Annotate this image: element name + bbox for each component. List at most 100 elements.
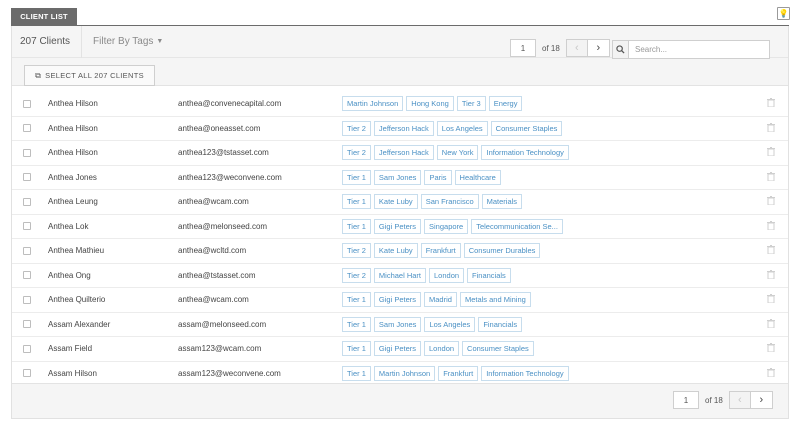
tag-chip[interactable]: Tier 3 — [456, 96, 486, 112]
client-email: anthea@wcam.com — [178, 295, 249, 305]
tag-chip[interactable]: London — [424, 341, 460, 357]
tag-chip[interactable]: Tier 2 — [342, 120, 371, 136]
tag-chip[interactable]: Information Technology — [481, 145, 569, 161]
client-name: Assam Hilson — [48, 368, 97, 378]
tag-chip[interactable]: Energy — [488, 96, 523, 112]
tag-chip[interactable]: Financials — [467, 267, 511, 283]
tag-chip[interactable]: Paris — [424, 169, 452, 185]
tag-chip[interactable]: Tier 1 — [342, 341, 371, 357]
tag-chip[interactable]: Frankfurt — [438, 365, 479, 381]
tag-chip[interactable]: Jefferson Hack — [373, 120, 434, 136]
row-checkbox[interactable] — [23, 295, 31, 304]
prev-page-button-bottom[interactable]: ‹ — [728, 391, 751, 409]
trash-icon[interactable] — [767, 122, 775, 134]
caret-down-icon: ▼ — [156, 38, 164, 45]
table-row[interactable]: Anthea Hilson anthea@convenecapital.com Ma… — [12, 92, 788, 117]
row-checkbox[interactable] — [23, 271, 31, 280]
trash-icon[interactable] — [767, 245, 775, 256]
table-row[interactable]: Anthea Hilson anthea123@tstasset.com Tier … — [12, 141, 788, 166]
table-row[interactable]: Anthea Jones anthea123@weconvene.com Tier … — [12, 166, 788, 190]
tag-chip[interactable]: Healthcare — [454, 169, 501, 185]
tag-chip[interactable]: Information Technology — [481, 365, 569, 381]
row-checkbox[interactable] — [23, 173, 31, 182]
client-tags: Tier 2 Jefferson Hack Los Angeles Consumer … — [342, 120, 565, 136]
row-checkbox[interactable] — [23, 148, 31, 157]
tag-chip[interactable]: Jefferson Hack — [373, 145, 434, 161]
tag-chip[interactable]: Consumer Durables — [463, 243, 541, 259]
table-row[interactable]: Anthea Hilson anthea@oneasset.com Tier 2 Je… — [12, 117, 788, 141]
trash-icon[interactable] — [767, 343, 775, 354]
trash-icon[interactable] — [767, 220, 775, 232]
table-row[interactable]: Anthea Ong anthea@tstasset.com Tier 2 Micha… — [12, 264, 788, 288]
row-checkbox[interactable] — [23, 320, 31, 329]
tag-chip[interactable]: Tier 2 — [342, 267, 371, 283]
tag-chip[interactable]: Hong Kong — [406, 96, 454, 112]
tag-chip[interactable]: Tier 2 — [342, 243, 371, 259]
trash-icon[interactable] — [767, 98, 775, 109]
tag-chip[interactable]: San Francisco — [420, 194, 479, 210]
trash-icon[interactable] — [767, 367, 775, 379]
table-row[interactable]: Anthea Leung anthea@wcam.com Tier 1 Kate Lu… — [12, 190, 788, 215]
select-all-button[interactable]: ⧉ SELECT ALL 207 CLIENTS — [24, 65, 155, 86]
next-page-button-bottom[interactable]: › — [750, 391, 773, 409]
trash-icon[interactable] — [767, 171, 775, 183]
page-number-input[interactable]: 1 — [510, 39, 536, 57]
tag-chip[interactable]: Martin Johnson — [373, 365, 436, 381]
tag-chip[interactable]: Los Angeles — [436, 120, 488, 136]
tag-chip[interactable]: Michael Hart — [373, 267, 427, 283]
tag-chip[interactable]: Materials — [481, 194, 523, 210]
lightbulb-icon[interactable]: 💡 — [777, 7, 790, 20]
table-row[interactable]: Assam Alexander assam@melonseed.com Tier 1… — [12, 313, 788, 337]
tab-client-list[interactable]: CLIENT LIST — [11, 8, 77, 25]
tag-chip[interactable]: Sam Jones — [373, 316, 422, 332]
row-checkbox[interactable] — [23, 197, 31, 206]
table-row[interactable]: Anthea Quilterio anthea@wcam.com Tier 1 Gig… — [12, 288, 788, 313]
tag-chip[interactable]: Tier 1 — [342, 292, 371, 308]
table-row[interactable]: Anthea Lok anthea@melonseed.com Tier 1 Gigi… — [12, 215, 788, 239]
row-checkbox[interactable] — [23, 344, 31, 353]
tag-chip[interactable]: London — [429, 267, 465, 283]
row-checkbox[interactable] — [23, 99, 31, 108]
table-row[interactable]: Anthea Mathieu anthea@wcltd.com Tier 2 Kate… — [12, 239, 788, 264]
row-checkbox[interactable] — [23, 124, 31, 133]
tag-chip[interactable]: Tier 1 — [342, 169, 371, 185]
tag-chip[interactable]: Gigi Peters — [373, 341, 422, 357]
tag-chip[interactable]: Tier 1 — [342, 365, 371, 381]
tag-chip[interactable]: Gigi Peters — [373, 218, 422, 234]
tag-chip[interactable]: New York — [436, 145, 479, 161]
table-row[interactable]: Assam Field assam123@wcam.com Tier 1 Gigi P… — [12, 337, 788, 362]
prev-page-button[interactable]: ‹ — [565, 39, 588, 57]
trash-icon[interactable] — [767, 196, 775, 207]
trash-icon[interactable] — [767, 294, 775, 305]
tag-chip[interactable]: Tier 1 — [342, 194, 371, 210]
row-checkbox[interactable] — [23, 246, 31, 255]
tag-chip[interactable]: Telecommunication Se... — [471, 218, 563, 234]
tag-chip[interactable]: Martin Johnson — [342, 96, 404, 112]
tag-chip[interactable]: Gigi Peters — [373, 292, 422, 308]
tag-chip[interactable]: Singapore — [424, 218, 469, 234]
tag-chip[interactable]: Tier 2 — [342, 145, 371, 161]
search-input[interactable] — [629, 40, 770, 59]
tag-chip[interactable]: Consumer Staples — [462, 341, 534, 357]
client-tags: Tier 1 Kate Luby San Francisco Materials — [342, 194, 525, 210]
filter-by-tags-dropdown[interactable]: Filter By Tags ▼ — [82, 36, 163, 47]
tag-chip[interactable]: Frankfurt — [420, 243, 461, 259]
tag-chip[interactable]: Consumer Staples — [490, 120, 563, 136]
trash-icon[interactable] — [767, 269, 775, 281]
tag-chip[interactable]: Madrid — [424, 292, 457, 308]
row-checkbox[interactable] — [23, 369, 31, 378]
next-page-button[interactable]: › — [587, 39, 610, 57]
tag-chip[interactable]: Sam Jones — [373, 169, 422, 185]
row-checkbox[interactable] — [23, 222, 31, 231]
tag-chip[interactable]: Tier 1 — [342, 316, 371, 332]
pager-top: 1 of 18 ‹ › — [510, 39, 610, 57]
tag-chip[interactable]: Los Angeles — [424, 316, 476, 332]
trash-icon[interactable] — [767, 147, 775, 158]
page-number-input-bottom[interactable]: 1 — [673, 391, 699, 409]
tag-chip[interactable]: Financials — [478, 316, 523, 332]
tag-chip[interactable]: Kate Luby — [373, 194, 418, 210]
tag-chip[interactable]: Metals and Mining — [459, 292, 531, 308]
tag-chip[interactable]: Tier 1 — [342, 218, 371, 234]
trash-icon[interactable] — [767, 318, 775, 330]
tag-chip[interactable]: Kate Luby — [373, 243, 418, 259]
